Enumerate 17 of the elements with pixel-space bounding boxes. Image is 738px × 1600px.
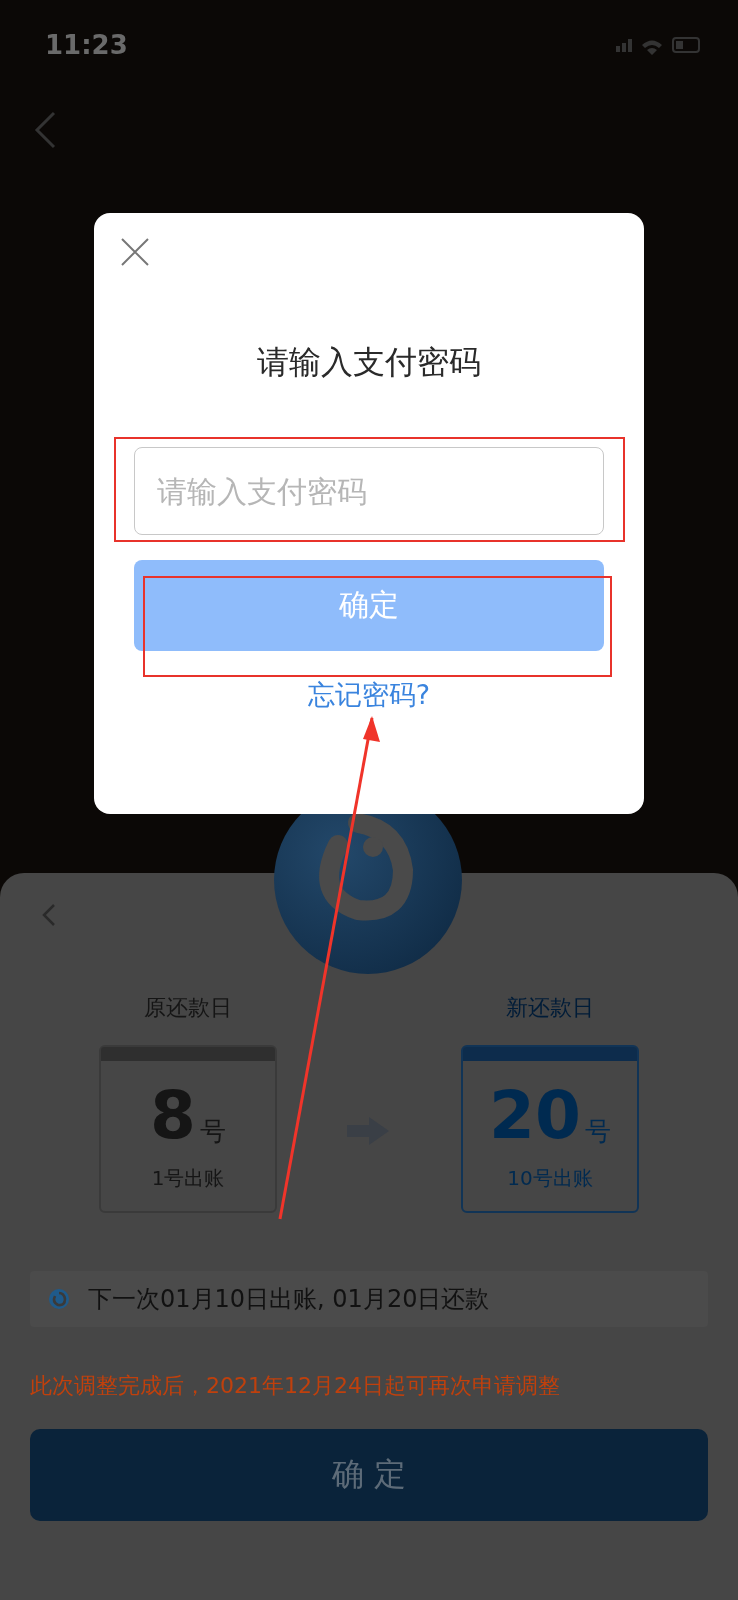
next-bill-text: 下一次01月10日出账, 01月20日还款: [88, 1284, 490, 1315]
signal-icon: [616, 38, 632, 52]
status-time: 11:23: [45, 30, 128, 60]
billing-day: 10号出账: [507, 1165, 593, 1192]
dialog-title: 请输入支付密码: [257, 342, 481, 383]
day-label: 新还款日: [506, 994, 594, 1022]
day-number: 20: [489, 1083, 581, 1149]
close-icon[interactable]: [120, 237, 150, 267]
day-unit: 号: [584, 1115, 611, 1148]
back-icon[interactable]: [34, 111, 56, 149]
battery-icon: [672, 37, 700, 53]
confirm-button[interactable]: 确 定: [30, 1429, 708, 1521]
forgot-password-link[interactable]: 忘记密码?: [307, 677, 431, 713]
logo-icon: [48, 1288, 70, 1310]
notice-text: 此次调整完成后，2021年12月24日起可再次申请调整: [30, 1372, 561, 1400]
back-icon[interactable]: [42, 903, 56, 927]
password-field[interactable]: 请输入支付密码: [134, 447, 604, 535]
